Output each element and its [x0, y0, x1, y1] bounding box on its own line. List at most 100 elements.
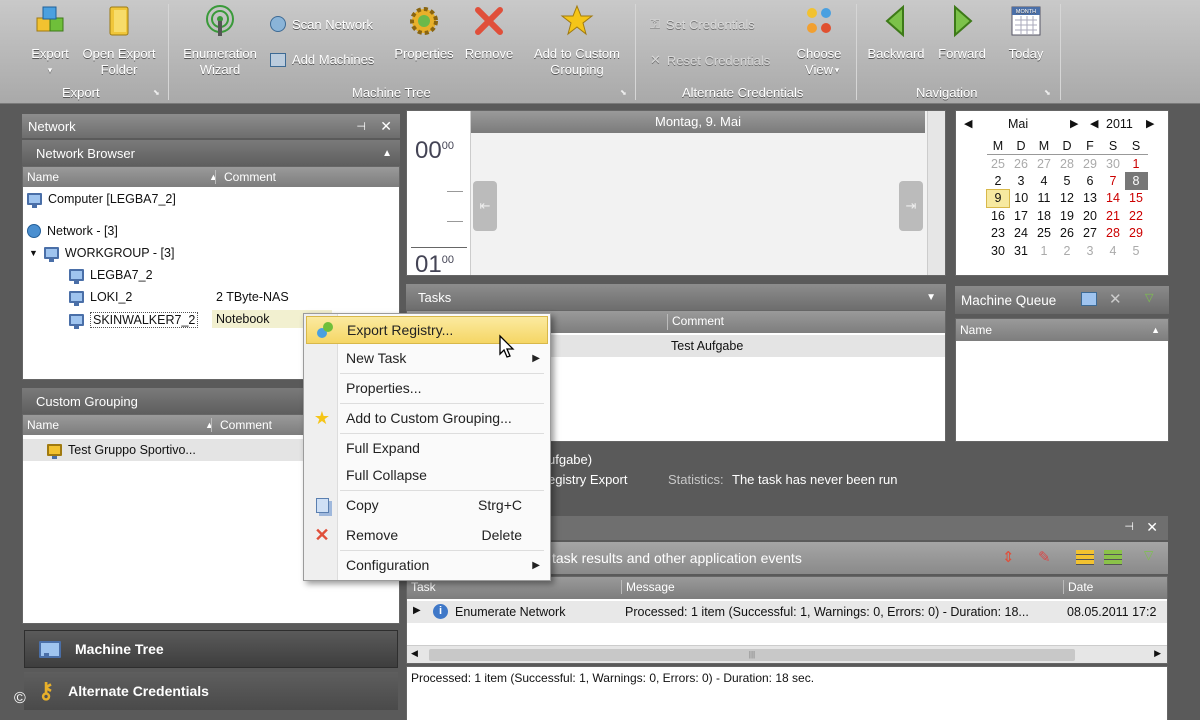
alternate-credentials-nav-button[interactable]: ⚷ Alternate Credentials [24, 672, 398, 710]
close-icon[interactable]: ✕ [380, 118, 392, 135]
enumeration-wizard-button[interactable]: Enumeration Wizard [178, 4, 262, 78]
calendar-day-today[interactable]: 9 [986, 189, 1010, 208]
add-to-custom-grouping-button[interactable]: Add to Custom Grouping [528, 4, 626, 78]
calendar-day[interactable]: 25 [987, 155, 1010, 173]
next-year-icon[interactable]: ▶ [1146, 117, 1154, 130]
calendar-day[interactable]: 19 [1056, 207, 1079, 225]
calendar-day[interactable]: 20 [1079, 207, 1102, 225]
expand-arrow-icon[interactable]: ▶ [413, 605, 421, 616]
reset-credentials-button[interactable]: ✕ Reset Credentials [650, 52, 770, 68]
day-header[interactable]: Montag, 9. Mai [471, 111, 925, 133]
backward-button[interactable]: Backward [866, 4, 926, 62]
tree-item-machine-selected[interactable]: SKINWALKER7_2 [69, 312, 199, 329]
dialog-launcher-icon[interactable]: ⬊ [1044, 88, 1051, 97]
calendar-day[interactable]: 2 [987, 172, 1010, 190]
calendar-day[interactable]: 14 [1102, 190, 1125, 208]
scroll-right-icon[interactable]: ▶ [1154, 648, 1161, 659]
queue-menu-icon[interactable]: ▽ [1145, 291, 1153, 304]
scheduler-scrollbar[interactable] [927, 111, 945, 275]
pin-icon[interactable]: ⊣ [1124, 520, 1134, 533]
calendar-day[interactable]: 21 [1102, 207, 1125, 225]
calendar-day[interactable]: 5 [1056, 172, 1079, 190]
next-appointment-icon[interactable]: ⇥ [899, 181, 923, 231]
calendar-day[interactable]: 2 [1056, 242, 1079, 260]
calendar-day[interactable]: 24 [1010, 225, 1033, 243]
calendar-day[interactable]: 31 [1010, 242, 1033, 260]
previous-appointment-icon[interactable]: ⇤ [473, 181, 497, 231]
remove-button[interactable]: Remove [462, 4, 516, 62]
calendar-day[interactable]: 12 [1056, 190, 1079, 208]
menu-item-configuration[interactable]: Configuration ▶ [304, 551, 550, 579]
properties-button[interactable]: Properties [390, 4, 458, 62]
calendar-day[interactable]: 15 [1125, 190, 1148, 208]
tree-item-computer[interactable]: Computer [LEGBA7_2] [27, 192, 176, 208]
calendar-day[interactable]: 29 [1079, 155, 1102, 173]
calendar-day[interactable]: 26 [1010, 155, 1033, 173]
queue-add-icon[interactable] [1081, 292, 1097, 306]
calendar-day[interactable]: 10 [1010, 190, 1033, 208]
menu-item-full-expand[interactable]: Full Expand [304, 434, 550, 462]
calendar-day[interactable]: 3 [1010, 172, 1033, 190]
layout-alt-icon[interactable] [1104, 550, 1122, 565]
calendar-day[interactable]: 25 [1033, 225, 1056, 243]
add-machines-button[interactable]: Add Machines [270, 52, 374, 67]
today-button[interactable]: MONTH Today [998, 4, 1054, 62]
calendar-day[interactable]: 11 [1033, 190, 1056, 208]
column-comment[interactable]: Comment [211, 418, 272, 432]
calendar-day[interactable]: 1 [1125, 155, 1148, 173]
expand-arrow-icon[interactable]: ▼ [29, 248, 38, 258]
calendar-day[interactable]: 16 [987, 207, 1010, 225]
calendar-day[interactable]: 27 [1079, 225, 1102, 243]
dialog-launcher-icon[interactable]: ⬊ [153, 88, 160, 97]
tree-item-machine[interactable]: LOKI_2 [69, 290, 132, 306]
menu-item-copy[interactable]: Copy Strg+C [304, 491, 550, 519]
column-message[interactable]: Message [621, 580, 675, 594]
eraser-icon[interactable]: ✎ [1038, 548, 1051, 566]
expand-rows-icon[interactable]: ⇕ [1002, 548, 1015, 566]
prev-month-icon[interactable]: ◀ [964, 117, 972, 130]
calendar-day-selected[interactable]: 8 [1124, 172, 1148, 190]
column-name[interactable]: Name [23, 418, 205, 432]
layout-icon[interactable] [1076, 550, 1094, 565]
scroll-left-icon[interactable]: ◀ [411, 648, 418, 659]
calendar-day[interactable]: 4 [1102, 242, 1125, 260]
column-date[interactable]: Date [1063, 580, 1093, 594]
calendar-day[interactable]: 28 [1056, 155, 1079, 173]
calendar-day[interactable]: 28 [1102, 225, 1125, 243]
tree-item-workgroup[interactable]: ▼ WORKGROUP - [3] [29, 246, 174, 262]
calendar-day[interactable]: 22 [1125, 207, 1148, 225]
calendar-day[interactable]: 26 [1056, 225, 1079, 243]
set-credentials-button[interactable]: ⚿ Set Credentials [650, 16, 755, 32]
pin-icon[interactable]: ⊣ [356, 120, 366, 133]
scan-network-button[interactable]: Scan Network [270, 16, 373, 32]
calendar-day[interactable]: 3 [1079, 242, 1102, 260]
calendar-day[interactable]: 4 [1033, 172, 1056, 190]
calendar-day[interactable]: 7 [1102, 172, 1125, 190]
dialog-launcher-icon[interactable]: ⬊ [620, 88, 627, 97]
scroll-thumb[interactable]: ||| [429, 649, 1075, 661]
column-name[interactable]: Name [23, 170, 209, 184]
next-month-icon[interactable]: ▶ [1070, 117, 1078, 130]
calendar-day[interactable]: 30 [987, 242, 1010, 260]
menu-item-properties[interactable]: Properties... [304, 374, 550, 402]
choose-view-button[interactable]: Choose View ▾ [790, 4, 848, 78]
open-export-folder-button[interactable]: Open Export Folder [78, 4, 160, 78]
calendar-day[interactable]: 23 [987, 225, 1010, 243]
calendar-day[interactable]: 18 [1033, 207, 1056, 225]
calendar-day[interactable]: 5 [1125, 242, 1148, 260]
tree-item-network[interactable]: Network - [3] [27, 224, 118, 238]
queue-remove-icon[interactable]: ✕ [1109, 290, 1122, 308]
calendar-day[interactable]: 13 [1079, 190, 1102, 208]
column-task[interactable]: Task [411, 580, 436, 594]
log-menu-icon[interactable]: ▽ [1144, 548, 1153, 562]
chevron-down-icon[interactable]: ▼ [926, 292, 936, 303]
prev-year-icon[interactable]: ◀ [1090, 117, 1098, 130]
tree-item-machine[interactable]: LEGBA7_2 [69, 268, 153, 284]
calendar-day[interactable]: 29 [1125, 225, 1148, 243]
menu-item-add-custom-grouping[interactable]: ★ Add to Custom Grouping... [304, 404, 550, 432]
column-comment[interactable]: Comment [215, 170, 276, 184]
calendar-day[interactable]: 27 [1033, 155, 1056, 173]
column-name[interactable]: Name [956, 323, 992, 337]
calendar-day[interactable]: 6 [1079, 172, 1102, 190]
export-button[interactable]: Export ▾ [22, 4, 78, 78]
